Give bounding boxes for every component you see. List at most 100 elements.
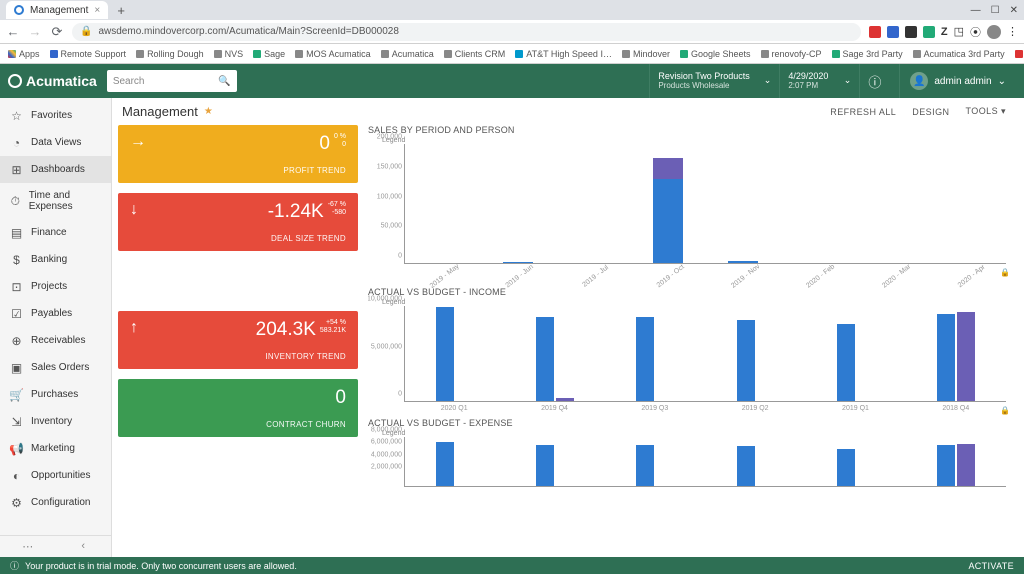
profile-icon[interactable] <box>987 25 1001 39</box>
kpi-label: CONTRACT CHURN <box>130 420 346 429</box>
bookmark[interactable]: Remote Support <box>50 49 127 59</box>
bookmark[interactable]: Sage <box>253 49 285 59</box>
bookmark[interactable]: Rolling Dough <box>136 49 204 59</box>
sidebar-item-marketing[interactable]: 📢Marketing <box>0 435 111 462</box>
bookmark[interactable]: Acumatica 3rd Party <box>913 49 1005 59</box>
brand[interactable]: Acumatica <box>8 73 97 89</box>
sidebar-item-opportunities[interactable]: ◐Opportunities <box>0 462 111 489</box>
tools-menu[interactable]: TOOLS ▾ <box>957 106 1014 117</box>
trial-text: Your product is in trial mode. Only two … <box>25 561 297 571</box>
ext-icon[interactable] <box>887 26 899 38</box>
bookmark[interactable]: renovofy-CP <box>761 49 822 59</box>
clock-icon: ⏱ <box>10 195 21 208</box>
bookmark[interactable]: MOS Acumatica <box>295 49 371 59</box>
sidebar-footer: ⋯ ‹ <box>0 535 111 557</box>
sidebar-item-projects[interactable]: ⊡Projects <box>0 273 111 300</box>
sidebar-item-banking[interactable]: $Banking <box>0 246 111 273</box>
kpi-contract-churn[interactable]: 0 CONTRACT CHURN <box>118 379 358 437</box>
design-button[interactable]: DESIGN <box>904 107 957 117</box>
project-icon: ⊡ <box>10 280 23 293</box>
favorite-star-icon[interactable]: ★ <box>204 106 213 117</box>
minimize-icon[interactable]: — <box>971 5 981 16</box>
more-icon[interactable]: ⋯ <box>0 536 56 557</box>
favicon-icon <box>14 5 24 15</box>
business-date[interactable]: 4/29/2020 2:07 PM ⌄ <box>779 64 849 98</box>
bookmark[interactable]: TEDxMileHigh - Ro… <box>1015 49 1024 59</box>
collapse-icon[interactable]: ‹ <box>56 536 112 557</box>
activate-button[interactable]: ACTIVATE <box>968 561 1014 571</box>
kpi-inventory-trend[interactable]: ↑ 204.3K+54 %583.21K INVENTORY TREND <box>118 311 358 369</box>
ext-icon[interactable]: ⦿ <box>970 24 981 40</box>
kpi-deal-size-trend[interactable]: ↓ -1.24K-67 %-580 DEAL SIZE TREND <box>118 193 358 251</box>
tab-title: Management <box>30 5 88 16</box>
star-icon: ☆ <box>10 109 23 122</box>
new-tab-button[interactable]: + <box>112 1 130 19</box>
kpi-column: → 00 %0 PROFIT TREND ↓ -1.24K-67 %-580 D… <box>118 125 358 551</box>
kpi-profit-trend[interactable]: → 00 %0 PROFIT TREND <box>118 125 358 183</box>
legend-label: Legend <box>368 137 1014 144</box>
sidebar: ☆Favorites ◔Data Views ⊞Dashboards ⏱Time… <box>0 98 112 557</box>
inventory-icon: ⇲ <box>10 415 23 428</box>
sidebar-item-receivables[interactable]: ⊕Receivables <box>0 327 111 354</box>
chart-actual-vs-budget-income: ACTUAL VS BUDGET - INCOME Legend 🔒05,000… <box>368 287 1014 412</box>
browser-tab[interactable]: Management × <box>6 1 108 19</box>
menu-icon[interactable]: ⋮ <box>1007 25 1018 38</box>
sidebar-item-payables[interactable]: ☑Payables <box>0 300 111 327</box>
ext-icon[interactable] <box>923 26 935 38</box>
sidebar-item-purchases[interactable]: 🛒Purchases <box>0 381 111 408</box>
sidebar-item-dashboards[interactable]: ⊞Dashboards <box>0 156 111 183</box>
browser-toolbar: ← → ⟳ 🔒 awsdemo.mindovercorp.com/Acumati… <box>0 20 1024 44</box>
kpi-label: PROFIT TREND <box>130 166 346 175</box>
info-icon: ⓘ <box>10 559 19 572</box>
refresh-all-button[interactable]: REFRESH ALL <box>822 107 904 117</box>
os-titlebar: Management × + — ☐ ✕ <box>0 0 1024 20</box>
search-input[interactable]: Search 🔍 <box>107 70 237 92</box>
tenant-selector[interactable]: Revision Two Products Products Wholesale… <box>649 64 769 98</box>
close-window-icon[interactable]: ✕ <box>1010 5 1018 16</box>
ext-icon[interactable] <box>905 26 917 38</box>
receivable-icon: ⊕ <box>10 334 23 347</box>
sidebar-item-sales-orders[interactable]: ▣Sales Orders <box>0 354 111 381</box>
sidebar-item-finance[interactable]: ▤Finance <box>0 219 111 246</box>
reload-icon[interactable]: ⟳ <box>50 24 64 40</box>
cart-icon: 🛒 <box>10 388 23 401</box>
app-header: Acumatica Search 🔍 Revision Two Products… <box>0 64 1024 98</box>
bookmarks-bar: Apps Remote Support Rolling Dough NVS Sa… <box>0 44 1024 64</box>
lock-icon: 🔒 <box>1000 406 1010 415</box>
trend-arrow-icon: ↓ <box>130 201 138 219</box>
dollar-icon: $ <box>10 253 23 266</box>
close-tab-icon[interactable]: × <box>94 5 100 16</box>
dashboard-icon: ⊞ <box>10 163 23 176</box>
main-content: Management ★ REFRESH ALL DESIGN TOOLS ▾ … <box>112 98 1024 557</box>
apps-button[interactable]: Apps <box>8 49 40 59</box>
sidebar-item-configuration[interactable]: ⚙Configuration <box>0 489 111 516</box>
bookmark[interactable]: NVS <box>214 49 244 59</box>
gear-icon: ⚙ <box>10 496 23 509</box>
bookmark[interactable]: Clients CRM <box>444 49 506 59</box>
page-title: Management <box>122 104 198 119</box>
bookmark[interactable]: AT&T High Speed I… <box>515 49 612 59</box>
bookmark[interactable]: Mindover <box>622 49 670 59</box>
chevron-down-icon: ⌄ <box>844 76 852 86</box>
avatar-icon: 👤 <box>910 72 928 90</box>
back-icon[interactable]: ← <box>6 24 20 39</box>
ext-icon[interactable]: ◳ <box>954 25 964 38</box>
search-icon: 🔍 <box>218 76 230 87</box>
sidebar-item-time-expenses[interactable]: ⏱Time and Expenses <box>0 183 111 219</box>
chart-title: ACTUAL VS BUDGET - INCOME <box>368 287 1014 297</box>
ext-icon[interactable]: Z <box>941 26 948 38</box>
help-button[interactable]: ⓘ <box>859 64 889 98</box>
bookmark[interactable]: Google Sheets <box>680 49 751 59</box>
sidebar-item-inventory[interactable]: ⇲Inventory <box>0 408 111 435</box>
user-menu[interactable]: 👤 admin admin ⌄ <box>899 64 1016 98</box>
chart-actual-vs-budget-expense: ACTUAL VS BUDGET - EXPENSE Legend 2,000,… <box>368 418 1014 487</box>
address-bar[interactable]: 🔒 awsdemo.mindovercorp.com/Acumatica/Mai… <box>72 23 861 41</box>
forward-icon[interactable]: → <box>28 24 42 39</box>
url-text: awsdemo.mindovercorp.com/Acumatica/Main?… <box>98 26 398 37</box>
bookmark[interactable]: Acumatica <box>381 49 434 59</box>
ext-icon[interactable] <box>869 26 881 38</box>
maximize-icon[interactable]: ☐ <box>991 5 1000 16</box>
sidebar-item-data-views[interactable]: ◔Data Views <box>0 129 111 156</box>
bookmark[interactable]: Sage 3rd Party <box>832 49 903 59</box>
sidebar-item-favorites[interactable]: ☆Favorites <box>0 102 111 129</box>
